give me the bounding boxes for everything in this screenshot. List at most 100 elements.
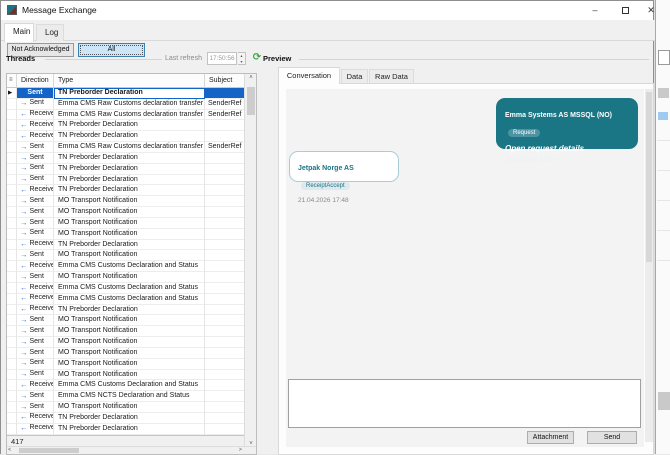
type-cell[interactable]: MO Transport Notification <box>54 229 205 240</box>
type-cell[interactable]: Emma CMS Raw Customs declaration transfe… <box>54 110 205 121</box>
type-cell[interactable]: Emma CMS Raw Customs declaration transfe… <box>54 142 205 153</box>
direction-cell[interactable]: →Sent <box>17 370 54 381</box>
subject-cell[interactable]: SenderRef <box>205 99 245 110</box>
table-row[interactable]: ←ReceivedTN Preborder Declaration <box>7 131 245 142</box>
direction-cell[interactable]: →Sent <box>17 164 54 175</box>
subject-cell[interactable] <box>205 402 245 413</box>
direction-cell[interactable]: →Sent <box>17 196 54 207</box>
table-row[interactable]: →SentMO Transport Notification <box>7 337 245 348</box>
subject-cell[interactable] <box>205 380 245 391</box>
tab-raw-data[interactable]: Raw Data <box>369 69 414 84</box>
type-cell[interactable]: Emma CMS Raw Customs declaration transfe… <box>54 99 205 110</box>
row-indicator-cell[interactable] <box>7 402 17 413</box>
scroll-right-icon[interactable]: ˃ <box>239 447 242 454</box>
type-cell[interactable]: TN Preborder Declaration <box>54 153 205 164</box>
direction-cell[interactable]: ←Received <box>17 261 54 272</box>
row-indicator-cell[interactable] <box>7 120 17 131</box>
direction-cell[interactable]: →Sent <box>17 207 54 218</box>
subject-cell[interactable] <box>205 326 245 337</box>
type-cell[interactable]: Emma CMS Customs Declaration and Status <box>54 294 205 305</box>
threads-horizontal-scrollbar[interactable]: ˂ ˃ <box>7 446 256 454</box>
type-cell[interactable]: TN Preborder Declaration <box>54 413 205 424</box>
row-indicator-cell[interactable] <box>7 413 17 424</box>
subject-cell[interactable] <box>205 413 245 424</box>
type-cell[interactable]: Emma CMS NCTS Declaration and Status <box>54 391 205 402</box>
table-row[interactable]: →SentMO Transport Notification <box>7 272 245 283</box>
row-indicator-cell[interactable] <box>7 99 17 110</box>
attachment-button[interactable]: Attachment <box>527 431 574 444</box>
subject-cell[interactable] <box>205 370 245 381</box>
row-indicator-cell[interactable] <box>7 424 17 435</box>
direction-cell[interactable]: →Sent <box>17 391 54 402</box>
table-row[interactable]: →SentMO Transport Notification <box>7 315 245 326</box>
direction-cell[interactable]: →Sent <box>17 175 54 186</box>
subject-cell[interactable] <box>205 305 245 316</box>
type-cell[interactable]: MO Transport Notification <box>54 370 205 381</box>
last-refresh-time-input[interactable] <box>207 52 237 65</box>
direction-cell[interactable]: ←Received <box>17 240 54 251</box>
direction-cell[interactable]: →Sent <box>17 326 54 337</box>
subject-cell[interactable] <box>205 120 245 131</box>
table-row[interactable]: →SentMO Transport Notification <box>7 196 245 207</box>
indicator-column-header[interactable]: ≡ <box>7 74 17 88</box>
table-row[interactable]: →SentTN Preborder Declaration <box>7 164 245 175</box>
all-button[interactable]: All <box>78 43 145 57</box>
message-bubble-outgoing[interactable]: Emma Systems AS MSSQL (NO)Request Open r… <box>496 98 638 149</box>
titlebar[interactable]: Message Exchange – ✕ <box>1 1 653 20</box>
time-spinner-buttons[interactable]: ▴ ▾ <box>238 52 246 65</box>
subject-cell[interactable]: SenderRef <box>205 142 245 153</box>
direction-column-header[interactable]: Direction <box>17 74 54 88</box>
direction-cell[interactable]: ←Received <box>17 283 54 294</box>
row-indicator-cell[interactable] <box>7 370 17 381</box>
type-cell[interactable]: TN Preborder Declaration <box>54 131 205 142</box>
row-indicator-cell[interactable] <box>7 131 17 142</box>
table-row[interactable]: →SentMO Transport Notification <box>7 250 245 261</box>
direction-cell[interactable]: →Sent <box>17 402 54 413</box>
subject-cell[interactable] <box>205 261 245 272</box>
type-cell[interactable]: Emma CMS Customs Declaration and Status <box>54 380 205 391</box>
scroll-left-icon[interactable]: ˂ <box>8 447 11 454</box>
direction-cell[interactable]: ←Received <box>17 305 54 316</box>
table-row[interactable]: →SentEmma CMS NCTS Declaration and Statu… <box>7 391 245 402</box>
row-indicator-cell[interactable] <box>7 240 17 251</box>
table-row[interactable]: →SentEmma CMS Raw Customs declaration tr… <box>7 142 245 153</box>
subject-column-header[interactable]: Subject <box>205 74 245 88</box>
threads-vertical-scrollbar[interactable]: ˄ ˅ <box>244 74 256 448</box>
table-row[interactable]: →SentMO Transport Notification <box>7 218 245 229</box>
type-cell[interactable]: MO Transport Notification <box>54 326 205 337</box>
row-indicator-cell[interactable] <box>7 250 17 261</box>
row-indicator-cell[interactable] <box>7 185 17 196</box>
subject-cell[interactable] <box>205 240 245 251</box>
subject-cell[interactable] <box>205 175 245 186</box>
conversation-scrollbar[interactable] <box>645 89 653 442</box>
subject-cell[interactable] <box>205 424 245 435</box>
row-indicator-cell[interactable] <box>7 207 17 218</box>
table-row[interactable]: ←ReceivedEmma CMS Customs Declaration an… <box>7 261 245 272</box>
table-row[interactable]: ←ReceivedTN Preborder Declaration <box>7 120 245 131</box>
table-row[interactable]: →SentMO Transport Notification <box>7 326 245 337</box>
tab-data[interactable]: Data <box>341 69 368 84</box>
direction-cell[interactable]: ←Received <box>17 413 54 424</box>
row-indicator-cell[interactable] <box>7 110 17 121</box>
direction-cell[interactable]: →Sent <box>17 348 54 359</box>
subject-cell[interactable] <box>205 131 245 142</box>
type-cell[interactable]: MO Transport Notification <box>54 218 205 229</box>
type-cell[interactable]: MO Transport Notification <box>54 359 205 370</box>
table-row[interactable]: ←ReceivedTN Preborder Declaration <box>7 413 245 424</box>
row-indicator-cell[interactable] <box>7 348 17 359</box>
subject-cell[interactable] <box>205 196 245 207</box>
row-indicator-cell[interactable] <box>7 272 17 283</box>
table-row[interactable]: ▶SentTN Preborder Declaration <box>7 88 245 99</box>
table-row[interactable]: ←ReceivedEmma CMS Customs Declaration an… <box>7 294 245 305</box>
table-row[interactable]: →SentMO Transport Notification <box>7 348 245 359</box>
tab-main[interactable]: Main <box>4 23 34 42</box>
minimize-button[interactable]: – <box>581 1 609 20</box>
subject-cell[interactable] <box>205 348 245 359</box>
subject-cell[interactable] <box>205 218 245 229</box>
direction-cell[interactable]: →Sent <box>17 272 54 283</box>
conversation-scrollbar-thumb[interactable] <box>646 92 652 262</box>
direction-cell[interactable]: ←Received <box>17 131 54 142</box>
message-body-link[interactable]: Open request details <box>505 144 629 153</box>
table-row[interactable]: ←ReceivedTN Preborder Declaration <box>7 240 245 251</box>
type-cell[interactable]: TN Preborder Declaration <box>54 185 205 196</box>
